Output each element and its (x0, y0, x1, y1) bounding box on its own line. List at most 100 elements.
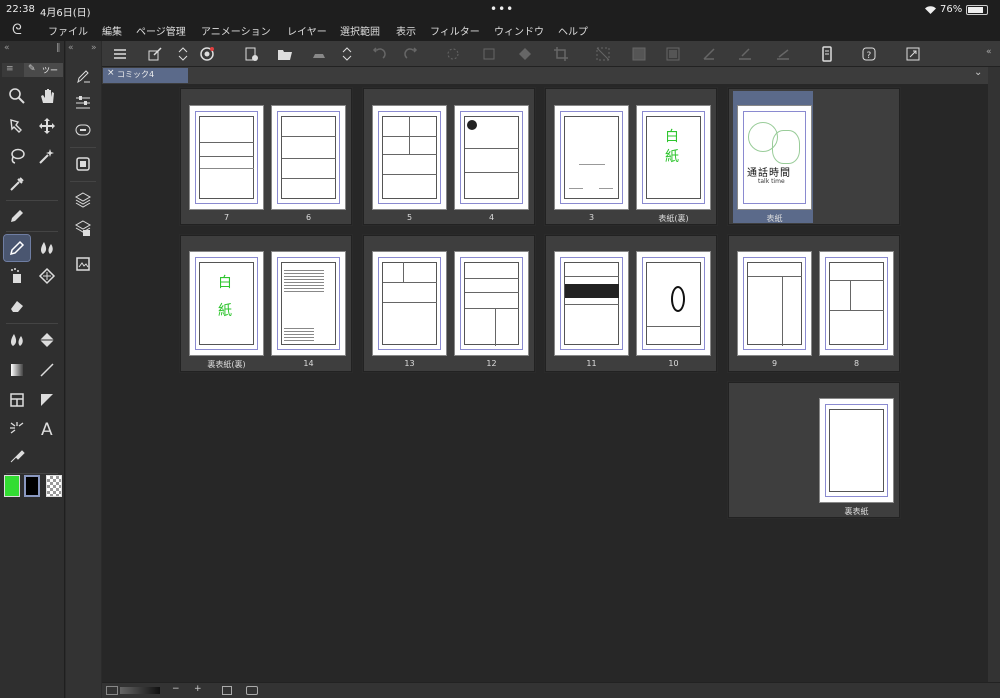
convert-icon[interactable] (700, 45, 718, 63)
menu-icon[interactable] (111, 45, 129, 63)
help-icon[interactable]: ? (860, 45, 878, 63)
tab-menu-icon[interactable]: ≡ (6, 64, 14, 74)
page-thumb-14[interactable] (271, 251, 346, 356)
brush-icon[interactable] (34, 235, 60, 261)
multitask-dots-icon[interactable]: ••• (490, 2, 514, 16)
pen-icon[interactable] (4, 203, 30, 229)
zoom-out-button[interactable]: − (172, 684, 180, 694)
crop-icon[interactable] (552, 45, 570, 63)
page-thumb-cover-back[interactable]: 白 紙 (636, 105, 711, 210)
tool-property-icon[interactable] (70, 89, 96, 115)
copy-icon[interactable] (736, 45, 754, 63)
move-icon[interactable] (34, 113, 60, 139)
spread-cover[interactable]: 通話時間 talk time 表紙 (728, 88, 900, 225)
expand-right-icon[interactable]: « (986, 47, 992, 57)
page-thumb-12[interactable] (454, 251, 529, 356)
save-icon[interactable] (310, 45, 328, 63)
menu-layer[interactable]: レイヤー (287, 23, 327, 38)
menu-file[interactable]: ファイル (48, 23, 88, 38)
zoom-slider[interactable] (120, 687, 160, 694)
updown2-icon[interactable] (338, 45, 356, 63)
page-thumb-6[interactable] (271, 105, 346, 210)
fit-icon[interactable] (222, 686, 232, 695)
layer-icon[interactable] (70, 187, 96, 213)
navigator-icon[interactable] (106, 686, 118, 695)
collapse-left-icon[interactable]: « (4, 43, 10, 53)
page-thumb-7[interactable] (189, 105, 264, 210)
page-thumb-11[interactable] (554, 251, 629, 356)
smartphone-icon[interactable] (818, 45, 836, 63)
updown-icon[interactable] (174, 45, 192, 63)
fill-cmd-icon[interactable] (516, 45, 534, 63)
ruler-icon[interactable] (34, 387, 60, 413)
menu-selection[interactable]: 選択範囲 (340, 23, 380, 38)
line-icon[interactable] (34, 357, 60, 383)
spread-13-12[interactable]: 13 12 (363, 235, 535, 372)
menu-animation[interactable]: アニメーション (201, 23, 271, 38)
eraser-icon[interactable] (4, 293, 30, 319)
main-color-swatch[interactable] (4, 475, 20, 497)
spread-7-6[interactable]: 7 6 (180, 88, 352, 225)
spread-5-4[interactable]: 5 4 (363, 88, 535, 225)
page-thumb-3[interactable] (554, 105, 629, 210)
spread-back-cover[interactable]: 裏表紙 (728, 382, 900, 518)
panel-grip-icon[interactable]: ‖ (56, 43, 61, 53)
menu-edit[interactable]: 編集 (102, 23, 122, 38)
spread-9-8[interactable]: 9 8 (728, 235, 900, 372)
gradient-icon[interactable] (4, 357, 30, 383)
eyedropper-icon[interactable] (4, 171, 30, 197)
magic-wand-icon[interactable] (34, 143, 60, 169)
page-thumb-cover[interactable]: 通話時間 talk time (737, 105, 812, 210)
page-thumb-back-cover[interactable] (819, 398, 894, 503)
effect-line-icon[interactable] (4, 415, 30, 441)
select-all-icon[interactable] (664, 45, 682, 63)
airbrush-icon[interactable] (4, 263, 30, 289)
brush-size-icon[interactable] (70, 117, 96, 143)
pencil-icon[interactable] (3, 234, 31, 262)
fill-icon[interactable] (34, 327, 60, 353)
object-select-icon[interactable] (4, 113, 30, 139)
text-icon[interactable]: A (34, 415, 60, 441)
tool-tab[interactable]: ≡ ✎ ツー (2, 63, 63, 77)
page-thumb-4[interactable] (454, 105, 529, 210)
color-wheel-icon[interactable] (70, 151, 96, 177)
edit-mode-icon[interactable] (146, 45, 164, 63)
page-thumb-10[interactable] (636, 251, 711, 356)
undo-icon[interactable] (370, 45, 388, 63)
page-thumb-8[interactable] (819, 251, 894, 356)
page-thumb-back-cover-back[interactable]: 白 紙 (189, 251, 264, 356)
menu-help[interactable]: ヘルプ (558, 23, 588, 38)
transparent-color-swatch[interactable] (46, 475, 62, 497)
page-thumb-9[interactable] (737, 251, 812, 356)
menu-filter[interactable]: フィルター (430, 23, 480, 38)
deselect-icon[interactable] (594, 45, 612, 63)
app-logo-icon[interactable]: ᘓ (12, 22, 22, 38)
document-tab[interactable]: × コミック4 (103, 68, 188, 83)
correct-line-icon[interactable] (4, 443, 30, 469)
zoom-icon[interactable] (4, 83, 30, 109)
blend-icon[interactable] (4, 327, 30, 353)
spread-11-10[interactable]: 11 10 (545, 235, 717, 372)
companion-icon[interactable] (198, 45, 216, 63)
hand-icon[interactable] (34, 83, 60, 109)
menu-view[interactable]: 表示 (396, 23, 416, 38)
spread-back-cover-back-14[interactable]: 白 紙 裏表紙(裏) 14 (180, 235, 352, 372)
spread-3-cover-back[interactable]: 3 白 紙 表紙(裏) (545, 88, 717, 225)
clear-icon[interactable] (444, 45, 462, 63)
new-page-icon[interactable] (242, 45, 260, 63)
chevron-down-icon[interactable]: ⌄ (974, 67, 982, 78)
decoration-icon[interactable] (34, 263, 60, 289)
frame-border-icon[interactable] (4, 387, 30, 413)
redo-icon[interactable] (402, 45, 420, 63)
expand-icon[interactable]: » (91, 43, 97, 53)
open-icon[interactable] (276, 45, 294, 63)
line-extract-icon[interactable] (774, 45, 792, 63)
scrollbar[interactable] (988, 67, 1000, 682)
layer-property-icon[interactable] (70, 215, 96, 241)
collapse-icon[interactable]: « (68, 43, 74, 53)
close-tab-icon[interactable]: × (107, 68, 115, 78)
fullscreen-icon[interactable] (904, 45, 922, 63)
zoom-in-button[interactable]: + (194, 684, 202, 694)
lasso-icon[interactable] (4, 143, 30, 169)
material-icon[interactable] (70, 251, 96, 277)
